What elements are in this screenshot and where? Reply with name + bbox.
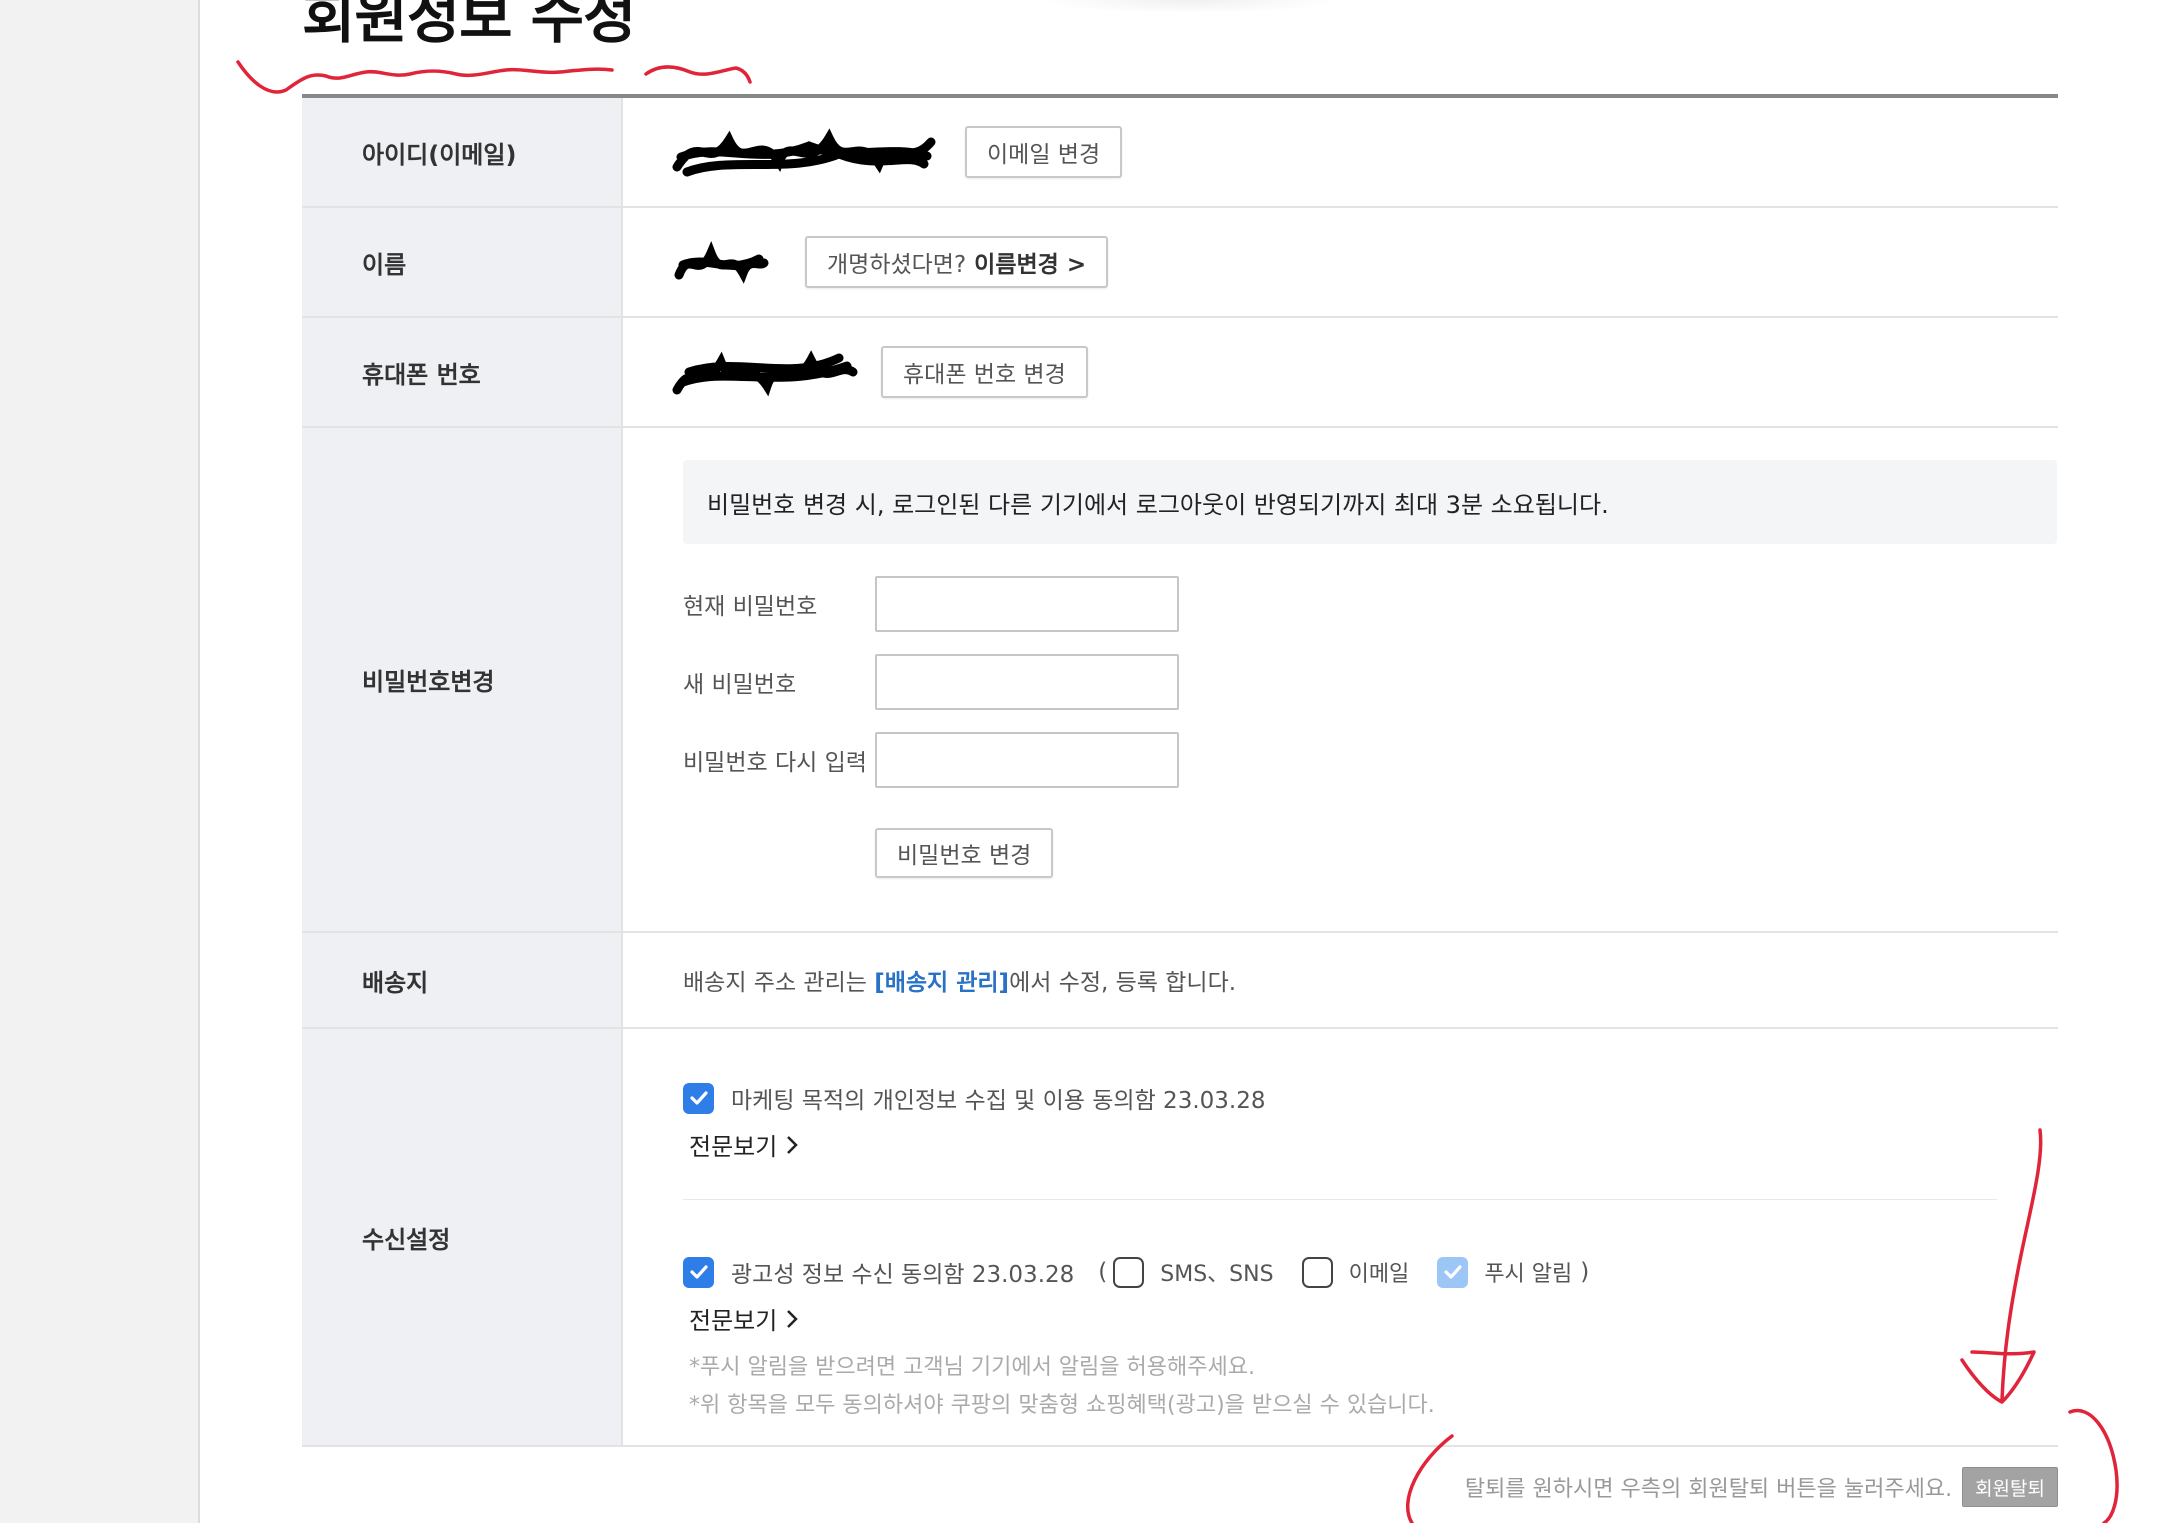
open-paren: ( bbox=[1098, 1259, 1108, 1285]
ads-view-full-link[interactable]: 전문보기 bbox=[689, 1301, 799, 1336]
ads-view-full-label: 전문보기 bbox=[689, 1307, 778, 1335]
check-icon bbox=[1444, 1265, 1462, 1279]
email-cell: 이메일 변경 bbox=[623, 98, 2058, 206]
row-receive-settings: 수신설정 마케팅 목적의 개인정보 수집 및 이용 동의함 23.03.28 전… bbox=[302, 1029, 2058, 1447]
push-option[interactable]: 푸시 알림 bbox=[1437, 1256, 1580, 1288]
row-password: 비밀번호변경 비밀번호 변경 시, 로그인된 다른 기기에서 로그아웃이 반영되… bbox=[302, 428, 2058, 933]
change-phone-button[interactable]: 휴대폰 번호 변경 bbox=[881, 346, 1088, 398]
address-text-before: 배송지 주소 관리는 bbox=[683, 970, 875, 996]
change-name-strong: 이름변경 > bbox=[974, 252, 1087, 278]
email-option[interactable]: 이메일 bbox=[1301, 1256, 1438, 1288]
check-icon bbox=[689, 1265, 708, 1279]
address-manage-link[interactable]: [배송지 관리] bbox=[874, 970, 1009, 996]
marketing-view-full-link[interactable]: 전문보기 bbox=[689, 1127, 799, 1162]
phone-cell: 휴대폰 번호 변경 bbox=[623, 318, 2058, 426]
withdraw-bar: 탈퇴를 원하시면 우측의 회원탈퇴 버튼을 눌러주세요. 회원탈퇴 bbox=[1465, 1467, 2058, 1507]
password-label: 비밀번호변경 bbox=[302, 428, 623, 931]
current-password-input[interactable] bbox=[875, 576, 1179, 632]
marketing-consent-checkbox[interactable] bbox=[683, 1082, 714, 1114]
row-email: 아이디(이메일) 이메일 변경 bbox=[302, 98, 2058, 208]
row-phone: 휴대폰 번호 휴대폰 번호 변경 bbox=[302, 318, 2058, 428]
receive-settings-label: 수신설정 bbox=[302, 1029, 623, 1445]
marketing-view-full-label: 전문보기 bbox=[689, 1133, 778, 1161]
change-email-button[interactable]: 이메일 변경 bbox=[965, 126, 1123, 178]
name-cell: 개명하셨다면? 이름변경 > bbox=[623, 208, 2058, 316]
sms-sns-option[interactable]: SMS、SNS bbox=[1113, 1256, 1301, 1288]
push-checkbox[interactable] bbox=[1437, 1256, 1469, 1288]
address-label: 배송지 bbox=[302, 933, 623, 1027]
row-address: 배송지 배송지 주소 관리는 [배송지 관리]에서 수정, 등록 합니다. bbox=[302, 933, 2058, 1029]
member-info-form: 아이디(이메일) 이메일 변경 이름 개명하셨다면? 이름변경 > 휴대폰 번호 bbox=[302, 94, 2058, 1447]
chevron-right-icon bbox=[787, 1135, 799, 1154]
address-text: 배송지 주소 관리는 [배송지 관리]에서 수정, 등록 합니다. bbox=[669, 963, 1236, 997]
ads-consent-text: 광고성 정보 수신 동의함 23.03.28 bbox=[731, 1262, 1075, 1288]
current-password-label: 현재 비밀번호 bbox=[683, 594, 818, 620]
title-underline-annotation bbox=[236, 60, 614, 94]
sms-sns-checkbox[interactable] bbox=[1113, 1256, 1145, 1288]
email-option-label: 이메일 bbox=[1348, 1262, 1410, 1287]
title-underline-annotation-2 bbox=[644, 65, 752, 84]
row-name: 이름 개명하셨다면? 이름변경 > bbox=[302, 208, 2058, 318]
new-password-label: 새 비밀번호 bbox=[683, 672, 797, 698]
change-name-button[interactable]: 개명하셨다면? 이름변경 > bbox=[805, 236, 1109, 288]
redacted-name-scribble bbox=[674, 241, 769, 284]
consent-divider bbox=[683, 1199, 1997, 1200]
push-option-label: 푸시 알림 bbox=[1484, 1262, 1573, 1287]
password-notice: 비밀번호 변경 시, 로그인된 다른 기기에서 로그아웃이 반영되기까지 최대 … bbox=[683, 460, 2057, 544]
address-text-after: 에서 수정, 등록 합니다. bbox=[1009, 970, 1237, 996]
redacted-phone-scribble bbox=[672, 350, 858, 397]
page-title: 회원정보 수정 bbox=[302, 0, 636, 51]
withdraw-text: 탈퇴를 원하시면 우측의 회원탈퇴 버튼을 눌러주세요. bbox=[1464, 1477, 1953, 1502]
withdraw-button[interactable]: 회원탈퇴 bbox=[1962, 1467, 2058, 1507]
phone-label: 휴대폰 번호 bbox=[302, 318, 623, 426]
marketing-consent: 마케팅 목적의 개인정보 수집 및 이용 동의함 23.03.28 bbox=[683, 1081, 1265, 1115]
sms-sns-label: SMS、SNS bbox=[1160, 1262, 1274, 1287]
new-password-input[interactable] bbox=[875, 654, 1179, 710]
new-password-row: 새 비밀번호 bbox=[683, 654, 1179, 710]
ads-consent-checkbox[interactable] bbox=[683, 1256, 714, 1288]
password-cell: 비밀번호 변경 시, 로그인된 다른 기기에서 로그아웃이 반영되기까지 최대 … bbox=[623, 428, 2058, 931]
top-shadow bbox=[1040, 0, 1340, 14]
name-label: 이름 bbox=[302, 208, 623, 316]
confirm-password-label: 비밀번호 다시 입력 bbox=[683, 750, 867, 776]
redacted-email-scribble bbox=[672, 128, 936, 177]
confirm-password-row: 비밀번호 다시 입력 bbox=[683, 732, 1179, 788]
email-checkbox[interactable] bbox=[1301, 1256, 1333, 1288]
change-name-prefix: 개명하셨다면? bbox=[827, 252, 967, 278]
email-label: 아이디(이메일) bbox=[302, 98, 623, 206]
marketing-consent-text: 마케팅 목적의 개인정보 수집 및 이용 동의함 23.03.28 bbox=[731, 1088, 1266, 1114]
ads-consent: 광고성 정보 수신 동의함 23.03.28 ( SMS、SNS 이메일 푸시 … bbox=[683, 1255, 1595, 1289]
left-gutter bbox=[0, 0, 200, 1523]
ads-benefit-notice: *위 항목을 모두 동의하셔야 쿠팡의 맞춤형 쇼핑혜택(광고)을 받으실 수 … bbox=[689, 1393, 1435, 1418]
check-icon bbox=[689, 1091, 708, 1105]
change-password-button[interactable]: 비밀번호 변경 bbox=[875, 828, 1054, 878]
chevron-right-icon bbox=[787, 1309, 799, 1328]
address-cell: 배송지 주소 관리는 [배송지 관리]에서 수정, 등록 합니다. bbox=[623, 933, 2058, 1027]
push-notice: *푸시 알림을 받으려면 고객님 기기에서 알림을 허용해주세요. bbox=[689, 1355, 1255, 1380]
receive-settings-cell: 마케팅 목적의 개인정보 수집 및 이용 동의함 23.03.28 전문보기 광… bbox=[623, 1029, 2058, 1445]
confirm-password-input[interactable] bbox=[875, 732, 1179, 788]
current-password-row: 현재 비밀번호 bbox=[683, 576, 1179, 632]
close-paren: ) bbox=[1580, 1259, 1590, 1285]
